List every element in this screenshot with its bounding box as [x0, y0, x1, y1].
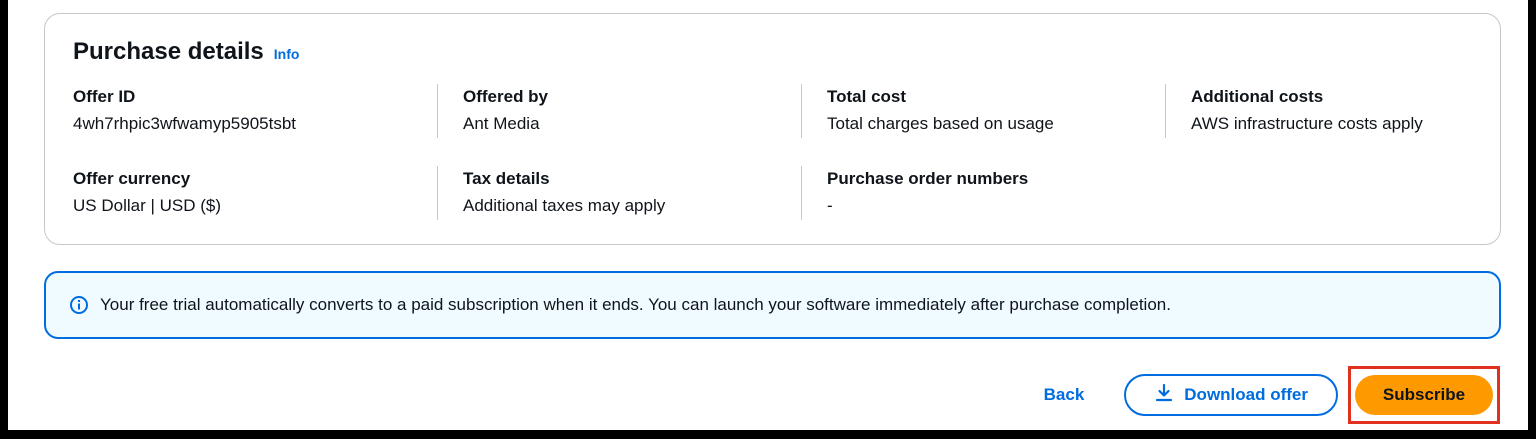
detail-offer-id: Offer ID 4wh7rhpic3wfwamyp5905tsbt — [73, 84, 437, 138]
detail-label: Tax details — [463, 169, 550, 188]
detail-label: Purchase order numbers — [827, 169, 1029, 188]
detail-label: Additional costs — [1191, 87, 1324, 106]
action-bar: Back Download offer Subscribe — [1044, 366, 1500, 424]
detail-total-cost: Total cost Total charges based on usage — [801, 84, 1165, 138]
detail-additional-costs: Additional costs AWS infrastructure cost… — [1165, 84, 1529, 138]
subscribe-button[interactable]: Subscribe — [1355, 375, 1493, 415]
detail-value: Additional taxes may apply — [463, 196, 666, 215]
info-link[interactable]: Info — [274, 46, 300, 62]
detail-value: - — [827, 196, 833, 215]
detail-label: Offer currency — [73, 169, 191, 188]
detail-tax-details: Tax details Additional taxes may apply — [437, 166, 801, 220]
detail-value: Total charges based on usage — [827, 114, 1054, 133]
detail-label: Offered by — [463, 87, 549, 106]
download-icon — [1154, 383, 1174, 408]
detail-offered-by: Offered by Ant Media — [437, 84, 801, 138]
info-circle-icon — [68, 294, 90, 316]
detail-label: Offer ID — [73, 87, 136, 106]
detail-offer-currency: Offer currency US Dollar | USD ($) — [73, 166, 437, 220]
purchase-page: Purchase details Info Offer ID 4wh7rhpic… — [8, 0, 1528, 430]
purchase-details-card: Purchase details Info Offer ID 4wh7rhpic… — [44, 13, 1501, 245]
free-trial-alert: Your free trial automatically converts t… — [44, 271, 1501, 339]
card-header: Purchase details Info — [73, 38, 299, 66]
download-offer-button[interactable]: Download offer — [1124, 374, 1338, 416]
detail-purchase-order-numbers: Purchase order numbers - — [801, 166, 1165, 220]
detail-label: Total cost — [827, 87, 907, 106]
details-grid: Offer ID 4wh7rhpic3wfwamyp5905tsbt Offer… — [73, 84, 1529, 220]
back-button[interactable]: Back — [1044, 385, 1085, 405]
download-offer-label: Download offer — [1184, 385, 1308, 404]
alert-text: Your free trial automatically converts t… — [100, 295, 1171, 314]
detail-value: AWS infrastructure costs apply — [1191, 114, 1423, 133]
detail-value: 4wh7rhpic3wfwamyp5905tsbt — [73, 114, 297, 133]
purchase-details-title: Purchase details — [73, 38, 264, 65]
subscribe-highlight: Subscribe — [1348, 366, 1500, 424]
detail-value: Ant Media — [463, 114, 540, 133]
detail-value: US Dollar | USD ($) — [73, 196, 221, 215]
